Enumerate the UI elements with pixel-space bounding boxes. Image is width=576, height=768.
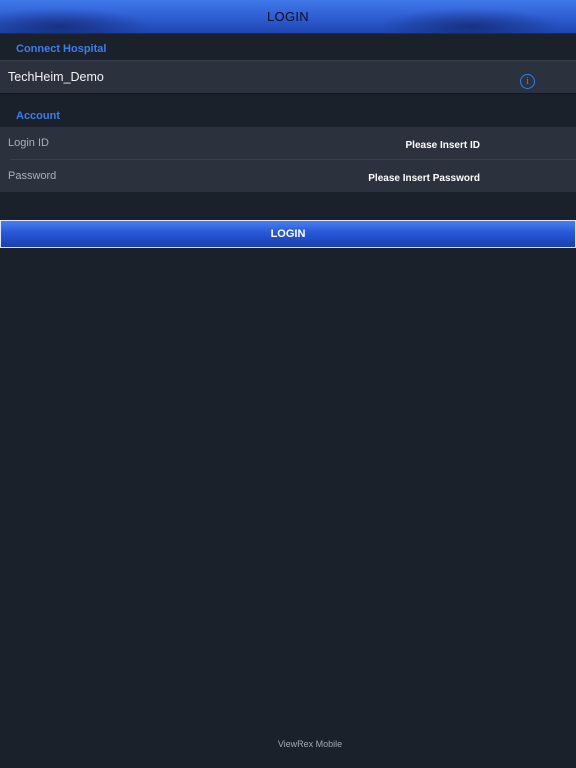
- connect-hospital-header: Connect Hospital: [16, 43, 107, 55]
- password-label: Password: [8, 170, 57, 182]
- page-title: LOGIN: [267, 9, 309, 24]
- account-header: Account: [16, 110, 60, 122]
- footer-wrap: ViewRex Mobile: [0, 0, 576, 768]
- info-icon[interactable]: i: [520, 74, 535, 89]
- login-button[interactable]: LOGIN: [0, 220, 576, 248]
- password-row: Password: [0, 160, 576, 192]
- login-screen: LOGIN Connect Hospital TechHeim_Demo i A…: [0, 0, 576, 768]
- footer-label: ViewRex Mobile: [277, 739, 343, 749]
- password-input[interactable]: [230, 173, 480, 184]
- login-id-input[interactable]: [230, 140, 480, 151]
- hospital-name: TechHeim_Demo: [8, 70, 104, 84]
- hospital-row[interactable]: TechHeim_Demo: [0, 60, 576, 94]
- login-id-row: Login ID: [0, 127, 576, 159]
- navigation-bar: LOGIN: [0, 0, 576, 34]
- login-id-label: Login ID: [8, 137, 49, 149]
